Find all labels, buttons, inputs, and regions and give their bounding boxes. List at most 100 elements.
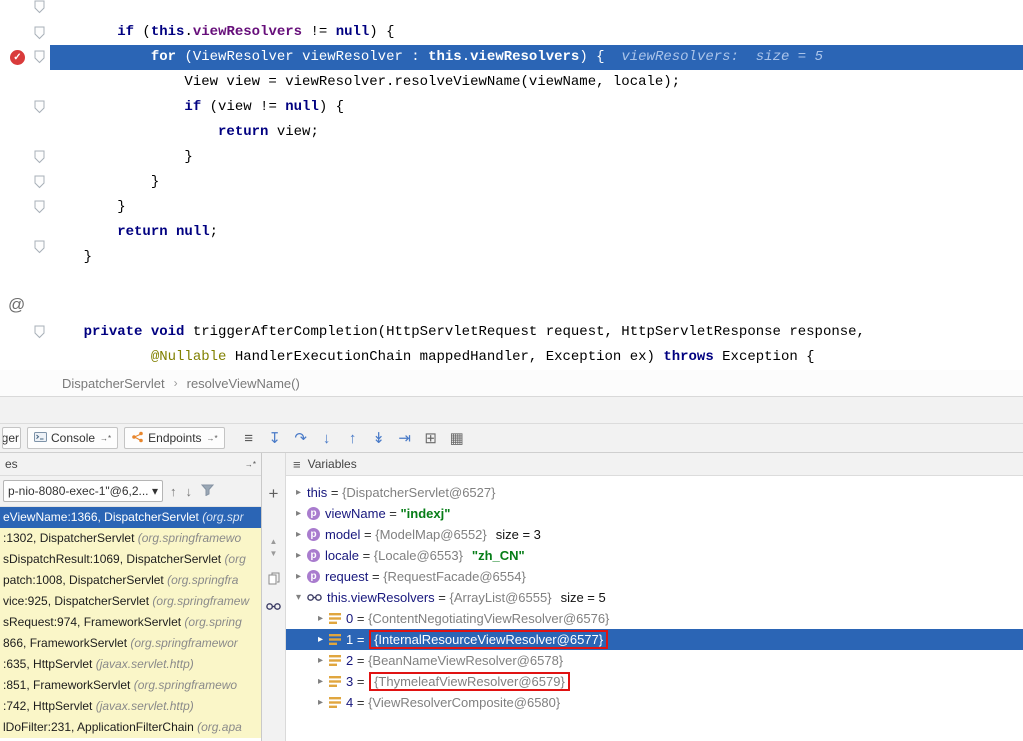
force-step-into-icon[interactable]: ↡ xyxy=(366,427,392,449)
frames-pin-icon[interactable]: →* xyxy=(245,460,256,469)
step-into-icon[interactable]: ↓ xyxy=(314,427,340,449)
add-watch-icon[interactable]: + xyxy=(265,485,283,503)
code-token: @Nullable xyxy=(151,349,227,365)
frame-package: (org xyxy=(224,552,245,566)
variable-value: "indexj" xyxy=(401,506,451,521)
variables-tree: ▸this = {DispatcherServlet@6527}▸pviewNa… xyxy=(286,476,1023,741)
chevron-right-icon[interactable]: ▸ xyxy=(290,508,307,519)
layout-settings-icon[interactable]: ≡ xyxy=(236,427,262,449)
frame-package: (javax.servlet.http) xyxy=(96,699,194,713)
variable-row[interactable]: ▸this = {DispatcherServlet@6527} xyxy=(286,482,1023,503)
stack-frame-row[interactable]: :1302, DispatcherServlet (org.springfram… xyxy=(0,528,261,549)
chevron-right-icon[interactable]: ▸ xyxy=(312,655,329,666)
variable-size: size = 5 xyxy=(561,590,606,605)
stack-frame-row[interactable]: :742, HttpServlet (javax.servlet.http) xyxy=(0,696,261,717)
frame-down-icon[interactable]: ↓ xyxy=(186,484,193,499)
code-indent xyxy=(50,174,151,190)
breakpoint-icon[interactable]: ✓ xyxy=(10,50,25,65)
frame-location: sDispatchResult:1069, DispatcherServlet xyxy=(3,552,224,566)
variable-extra-value: "zh_CN" xyxy=(472,548,525,563)
fold-marker-icon[interactable] xyxy=(33,175,46,189)
stack-frame-row[interactable]: 866, FrameworkServlet (org.springframewo… xyxy=(0,633,261,654)
stack-frame-row[interactable]: vice:925, DispatcherServlet (org.springf… xyxy=(0,591,261,612)
scroll-down-icon[interactable]: ▼ xyxy=(265,547,283,559)
execution-line[interactable]: for (ViewResolver viewResolver : this.vi… xyxy=(50,45,1023,70)
debug-tabs: Debugger Console→* Endpoints→* xyxy=(2,427,225,449)
fold-marker-icon[interactable] xyxy=(33,100,46,114)
chevron-right-icon[interactable]: ▸ xyxy=(290,487,307,498)
stack-frame-row[interactable]: lDoFilter:231, ApplicationFilterChain (o… xyxy=(0,717,261,738)
fold-marker-icon[interactable] xyxy=(33,26,46,40)
breadcrumb-item[interactable]: resolveViewName() xyxy=(187,376,300,391)
variable-row[interactable]: ▸2 = {BeanNameViewResolver@6578} xyxy=(286,650,1023,671)
chevron-right-icon[interactable]: ▸ xyxy=(312,613,329,624)
tab-endpoints[interactable]: Endpoints→* xyxy=(124,427,225,449)
code-line: if (view != null) { xyxy=(50,95,1023,120)
filter-icon[interactable] xyxy=(201,484,214,499)
variable-name: 4 xyxy=(346,695,353,710)
fold-marker-icon[interactable] xyxy=(33,150,46,164)
chevron-right-icon[interactable]: ▸ xyxy=(312,634,329,645)
chevron-right-icon[interactable]: ▸ xyxy=(290,529,307,540)
code-token: return xyxy=(218,124,268,140)
code-token: } xyxy=(84,249,92,265)
menu-icon[interactable]: ≡ xyxy=(293,457,301,472)
step-over-icon[interactable]: ↷ xyxy=(288,427,314,449)
chevron-right-icon[interactable]: ▸ xyxy=(290,571,307,582)
variable-row[interactable]: ▸pmodel = {ModelMap@6552}size = 3 xyxy=(286,524,1023,545)
breadcrumb: DispatcherServlet›resolveViewName() xyxy=(0,370,1023,396)
stack-frame-row[interactable]: :635, HttpServlet (javax.servlet.http) xyxy=(0,654,261,675)
code-line: @Nullable HandlerExecutionChain mappedHa… xyxy=(50,345,1023,370)
code-editor[interactable]: ✓@ if (this.viewResolvers != null) { for… xyxy=(0,0,1023,370)
frame-up-icon[interactable]: ↑ xyxy=(170,484,177,499)
code-token: if xyxy=(184,99,201,115)
frame-location: :742, HttpServlet xyxy=(3,699,96,713)
stack-frame-row[interactable]: sDispatchResult:1069, DispatcherServlet … xyxy=(0,549,261,570)
fold-marker-icon[interactable] xyxy=(33,200,46,214)
code-token: != xyxy=(302,24,336,40)
layout-grid-icon[interactable]: ▦ xyxy=(444,427,470,449)
frames-panel-header: es →* xyxy=(0,453,261,476)
stack-frame-row[interactable]: sRequest:974, FrameworkServlet (org.spri… xyxy=(0,612,261,633)
chevron-right-icon[interactable]: ▸ xyxy=(290,550,307,561)
scroll-up-icon[interactable]: ▲ xyxy=(265,535,283,547)
show-execution-point-icon[interactable]: ↧ xyxy=(262,427,288,449)
code-token: return xyxy=(117,224,176,240)
variable-row[interactable]: ▸4 = {ViewResolverComposite@6580} xyxy=(286,692,1023,713)
code-line: } xyxy=(50,145,1023,170)
tab-debugger[interactable]: Debugger xyxy=(2,427,21,449)
variable-row[interactable]: ▾this.viewResolvers = {ArrayList@6555}si… xyxy=(286,587,1023,608)
debug-window-header xyxy=(0,396,1023,423)
parameter-icon: p xyxy=(307,570,320,583)
fold-marker-icon[interactable] xyxy=(33,325,46,339)
variable-row[interactable]: ▸3 = {ThymeleafViewResolver@6579} xyxy=(286,671,1023,692)
stack-frame-row[interactable]: patch:1008, DispatcherServlet (org.sprin… xyxy=(0,570,261,591)
view-breakpoints-icon[interactable]: ⊞ xyxy=(418,427,444,449)
variable-row[interactable]: ▸pviewName = "indexj" xyxy=(286,503,1023,524)
chevron-down-icon[interactable]: ▾ xyxy=(290,592,307,603)
editor-gutter[interactable]: ✓@ xyxy=(0,0,50,370)
glasses-icon[interactable] xyxy=(265,597,283,615)
thread-selector[interactable]: p-nio-8080-exec-1"@6,2... ▾ xyxy=(3,480,163,502)
fold-marker-icon[interactable] xyxy=(33,0,46,14)
variable-value: {ModelMap@6552} xyxy=(375,527,487,542)
step-out-icon[interactable]: ↑ xyxy=(340,427,366,449)
run-to-cursor-icon[interactable]: ⇥ xyxy=(392,427,418,449)
fold-marker-icon[interactable] xyxy=(33,50,46,64)
tab-console[interactable]: Console→* xyxy=(27,427,118,449)
stack-frame-row[interactable]: eViewName:1366, DispatcherServlet (org.s… xyxy=(0,507,261,528)
variable-value: {ViewResolverComposite@6580} xyxy=(368,695,560,710)
equals-sign: = xyxy=(353,611,368,626)
code-token: . xyxy=(462,49,470,65)
chevron-right-icon[interactable]: ▸ xyxy=(312,676,329,687)
stack-frame-row[interactable]: :851, FrameworkServlet (org.springframew… xyxy=(0,675,261,696)
fold-marker-icon[interactable] xyxy=(33,240,46,254)
variable-row[interactable]: ▸prequest = {RequestFacade@6554} xyxy=(286,566,1023,587)
variable-row[interactable]: ▸1 = {InternalResourceViewResolver@6577} xyxy=(286,629,1023,650)
chevron-right-icon[interactable]: ▸ xyxy=(312,697,329,708)
copy-icon[interactable] xyxy=(265,569,283,587)
code-line: View view = viewResolver.resolveViewName… xyxy=(50,70,1023,95)
variable-row[interactable]: ▸plocale = {Locale@6553}"zh_CN" xyxy=(286,545,1023,566)
breadcrumb-item[interactable]: DispatcherServlet xyxy=(62,376,165,391)
variable-row[interactable]: ▸0 = {ContentNegotiatingViewResolver@657… xyxy=(286,608,1023,629)
